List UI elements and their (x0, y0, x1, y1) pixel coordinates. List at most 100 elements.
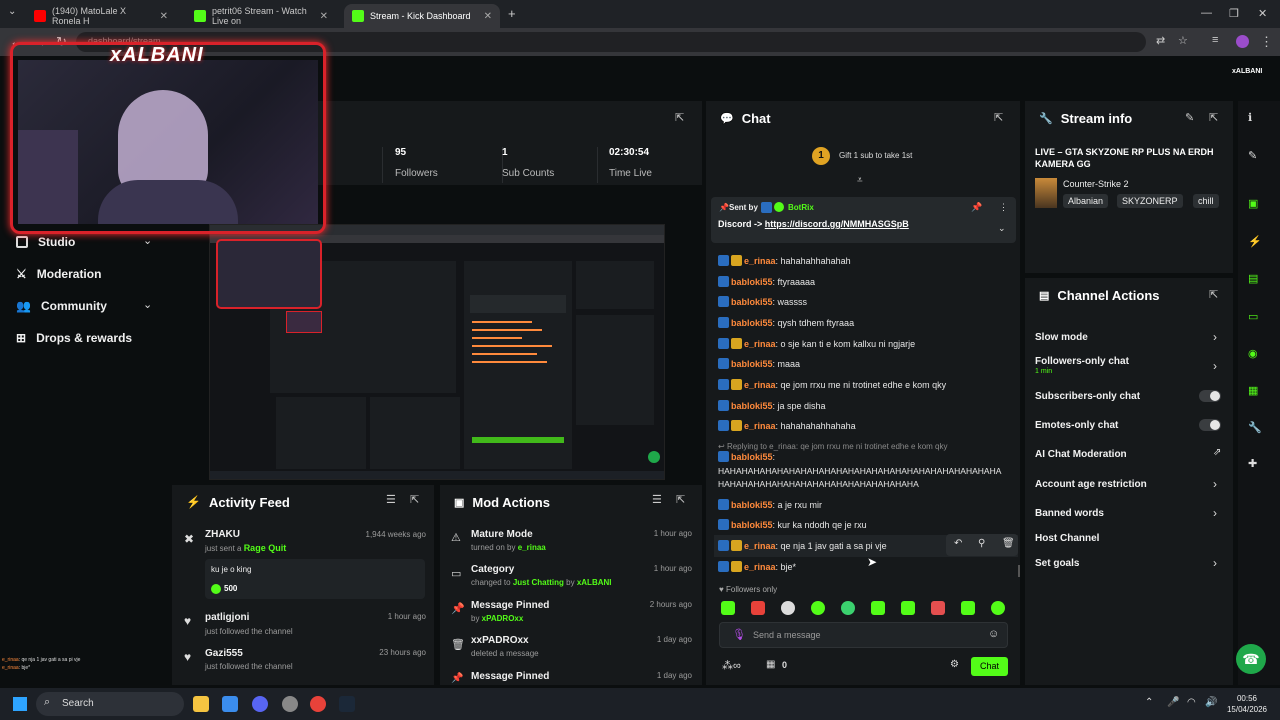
file-explorer-icon[interactable] (193, 696, 209, 712)
chat-icon[interactable]: ▭ (1248, 310, 1258, 323)
filter-icon[interactable]: ☰ (652, 493, 662, 506)
chat-username[interactable]: e_rinaa (744, 339, 776, 349)
wifi-icon[interactable]: ◠ (1187, 697, 1196, 708)
mod-action-user[interactable]: xPADROxx (482, 614, 524, 623)
emote-icon[interactable] (781, 601, 795, 615)
add-widget-icon[interactable]: ✚ (1248, 457, 1257, 470)
chat-username[interactable]: e_rinaa (744, 541, 776, 551)
send-chat-button[interactable]: Chat (971, 657, 1008, 676)
emote-icon[interactable] (871, 601, 885, 615)
chat-username[interactable]: babloki55 (731, 297, 773, 307)
slow-mode-row[interactable]: Slow mode (1035, 332, 1088, 343)
stream-preview[interactable] (209, 224, 665, 480)
close-icon[interactable]: ✕ (484, 11, 492, 22)
bookmark-star-icon[interactable]: ☆ (1178, 34, 1188, 47)
settings-gear-icon[interactable]: ⚙ (950, 659, 959, 670)
windows-start-icon[interactable] (13, 697, 27, 711)
chat-scrollbar[interactable] (1018, 565, 1020, 577)
chat-message[interactable]: e_rinaa: bje* (718, 561, 1014, 574)
emotes-only-row[interactable]: Emotes-only chat (1035, 420, 1118, 431)
chat-username[interactable]: e_rinaa (744, 421, 776, 431)
support-icon[interactable]: ☎ (1236, 644, 1266, 674)
chat-message[interactable]: babloki55: (718, 451, 1014, 464)
mod-action-category[interactable]: Just Chatting (513, 578, 564, 587)
emote-icon[interactable] (811, 601, 825, 615)
popout-icon[interactable]: ⇱ (994, 111, 1003, 124)
clock[interactable]: 00:56 15/04/2026 (1222, 693, 1272, 715)
chat-username[interactable]: e_rinaa (744, 256, 776, 266)
nav-community[interactable]: 👥 Community (16, 299, 107, 313)
stream-category[interactable]: Counter-Strike 2 (1063, 179, 1129, 189)
emote-icon[interactable] (991, 601, 1005, 615)
chat-message[interactable]: e_rinaa: hahahahhahahah (718, 255, 1014, 268)
chat-message[interactable]: babloki55: ja spe disha (718, 400, 1014, 413)
ai-moderation-row[interactable]: AI Chat Moderation (1035, 449, 1127, 460)
chat-message[interactable]: e_rinaa: hahahahahhahaha (718, 420, 1014, 433)
popout-icon[interactable]: ⇱ (676, 493, 685, 506)
subscribers-only-toggle[interactable] (1199, 390, 1221, 402)
chat-message[interactable]: babloki55: kur ka ndodh qe je rxu (718, 519, 1014, 532)
tab-youtube[interactable]: (1940) MatoLale X Ronela H ✕ (26, 4, 176, 28)
info-icon[interactable]: ℹ (1248, 111, 1252, 124)
chat-username[interactable]: babloki55 (731, 452, 773, 462)
mod-action-user[interactable]: xALBANI (577, 578, 612, 587)
translate-icon[interactable]: ⇄ (1156, 34, 1165, 47)
discord-link[interactable]: https://discord.gg/NMMHASGSpB (765, 219, 909, 229)
microphone-tray-icon[interactable]: 🎤 (1167, 697, 1179, 708)
channel-points-icon[interactable]: ⁂∞ (722, 659, 741, 672)
chat-input[interactable]: 🎙 Send a message ☺ (719, 622, 1008, 648)
chevron-right-icon[interactable]: › (1213, 506, 1217, 520)
new-tab-icon[interactable]: + (508, 6, 516, 21)
popout-icon[interactable]: ⇱ (410, 493, 419, 506)
set-goals-row[interactable]: Set goals (1035, 558, 1079, 569)
emotes-only-toggle[interactable] (1199, 419, 1221, 431)
app-icon[interactable] (282, 696, 298, 712)
chat-message[interactable]: babloki55: wassss (718, 296, 1014, 309)
chat-username[interactable]: e_rinaa (744, 562, 776, 572)
chevron-down-icon[interactable]: ⌄ (998, 223, 1006, 234)
category-thumbnail[interactable] (1035, 178, 1057, 208)
tab-petrit06[interactable]: petrit06 Stream - Watch Live on ✕ (186, 4, 336, 28)
chat-message[interactable]: e_rinaa: qe jom rrxu me ni trotinet edhe… (718, 379, 1014, 392)
pin-icon[interactable]: ⚲ (978, 538, 985, 549)
chat-message[interactable]: e_rinaa: o sje kan ti e kom kallxu ni ng… (718, 338, 1014, 351)
chat-username[interactable]: e_rinaa (744, 380, 776, 390)
more-options-icon[interactable]: ⋮ (999, 202, 1008, 213)
discord-icon[interactable] (252, 696, 268, 712)
chat-message[interactable]: babloki55: qysh tdhem ftyraaa (718, 317, 1014, 330)
tab-search-icon[interactable]: ⌄ (8, 6, 16, 17)
close-window-icon[interactable]: ✕ (1258, 7, 1267, 20)
stream-tag[interactable]: Albanian (1063, 194, 1109, 208)
mod-action-user[interactable]: e_rinaa (518, 543, 546, 552)
maximize-icon[interactable]: ❐ (1229, 7, 1239, 20)
edit-icon[interactable]: ✎ (1248, 149, 1257, 162)
chat-message[interactable]: babloki55: a je rxu mir (718, 499, 1014, 512)
profile-avatar[interactable] (1236, 35, 1249, 48)
activity-user[interactable]: Gazi555 (205, 648, 243, 659)
activity-user[interactable]: patligjoni (205, 612, 249, 623)
stream-tag[interactable]: chill (1193, 194, 1219, 208)
store-icon[interactable]: ▦ (766, 659, 775, 670)
host-channel-row[interactable]: Host Channel (1035, 533, 1099, 544)
delete-icon[interactable]: 🗑 (1002, 538, 1015, 549)
followers-only-row[interactable]: Followers-only chat (1035, 356, 1129, 367)
edit-pencil-icon[interactable]: ✎ (1185, 111, 1194, 124)
chat-message[interactable]: babloki55: ftyraaaaa (718, 276, 1014, 289)
broadcast-icon[interactable]: ◉ (1248, 347, 1258, 360)
camera-icon[interactable]: ▣ (1248, 197, 1258, 210)
emote-icon[interactable] (751, 601, 765, 615)
chevron-right-icon[interactable]: › (1213, 556, 1217, 570)
emote-icon[interactable] (721, 601, 735, 615)
extensions-icon[interactable]: ≡ (1212, 34, 1218, 46)
nav-studio[interactable]: Studio (16, 235, 75, 249)
stream-tag[interactable]: SKYZONERP (1117, 194, 1183, 208)
tray-chevron-icon[interactable]: ⌃ (1145, 697, 1153, 708)
chat-username[interactable]: babloki55 (731, 401, 773, 411)
tab-kick-dashboard[interactable]: Stream - Kick Dashboard ✕ (344, 4, 500, 28)
chevron-right-icon[interactable]: › (1213, 330, 1217, 344)
chevron-right-icon[interactable]: › (1213, 477, 1217, 491)
close-icon[interactable]: ✕ (160, 11, 168, 22)
steam-icon[interactable] (339, 696, 355, 712)
chat-username[interactable]: babloki55 (731, 277, 773, 287)
account-age-row[interactable]: Account age restriction (1035, 479, 1147, 490)
